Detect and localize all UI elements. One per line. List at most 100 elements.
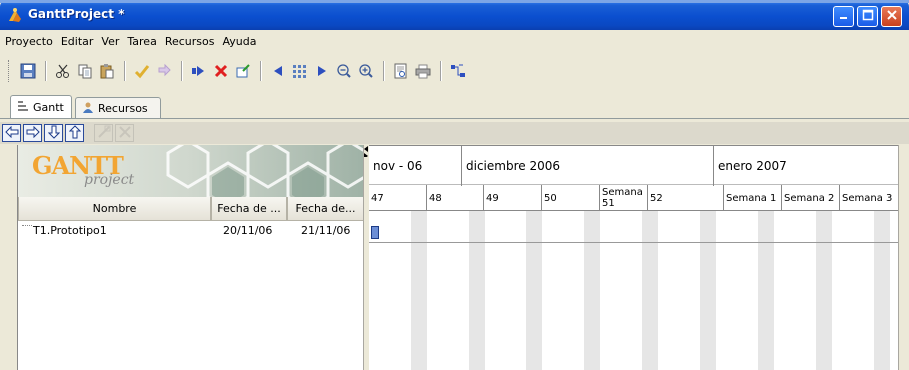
save-icon[interactable]	[20, 63, 36, 79]
close-icon	[886, 9, 898, 24]
move-up-button[interactable]	[65, 124, 84, 142]
redo-icon[interactable]	[156, 63, 172, 79]
arrow-up-icon	[68, 124, 81, 142]
left-border	[0, 145, 17, 370]
maximize-button[interactable]	[857, 6, 878, 27]
window-title: GanttProject *	[28, 7, 125, 21]
tab-recursos[interactable]: Recursos	[75, 97, 161, 119]
maximize-icon	[862, 9, 874, 24]
move-down-button[interactable]	[44, 124, 63, 142]
ganttproject-app-icon	[7, 7, 24, 24]
tab-gantt-label: Gantt	[33, 101, 64, 114]
weekend-stripe	[758, 211, 774, 370]
weekend-stripe	[584, 211, 600, 370]
link-icon	[97, 125, 111, 142]
toolbar-separator	[383, 61, 384, 81]
toolbar-separator	[440, 61, 441, 81]
arrow-left-icon	[4, 125, 19, 141]
menu-ver[interactable]: Ver	[101, 35, 119, 48]
zoom-in-icon[interactable]	[358, 63, 374, 79]
weekend-stripe	[469, 211, 485, 370]
task-bar[interactable]	[371, 226, 379, 239]
cut-icon[interactable]	[55, 63, 71, 79]
scroll-right-icon[interactable]	[314, 63, 330, 79]
title-bar[interactable]: GanttProject *	[0, 0, 909, 30]
close-button[interactable]	[881, 6, 902, 27]
toolbar-separator	[181, 61, 182, 81]
menu-editar[interactable]: Editar	[61, 35, 94, 48]
scroll-left-icon[interactable]	[270, 63, 286, 79]
link-tasks-button[interactable]	[94, 124, 113, 142]
table-row[interactable]: T1.Prototipo1 20/11/06 21/11/06	[18, 221, 364, 241]
weekend-stripe	[642, 211, 658, 370]
paste-icon[interactable]	[99, 63, 115, 79]
zoom-out-icon[interactable]	[336, 63, 352, 79]
month-header: diciembre 2006	[462, 146, 714, 186]
weekend-stripe	[526, 211, 542, 370]
view-tabs: Gantt Recursos	[0, 93, 909, 119]
week-header: 50	[542, 185, 600, 211]
tree-line	[22, 225, 32, 226]
month-header: enero 2007	[718, 159, 787, 173]
week-header: Semana 3	[842, 192, 893, 204]
menu-proyecto[interactable]: Proyecto	[5, 35, 53, 48]
menu-ayuda[interactable]: Ayuda	[222, 35, 256, 48]
week-header: 47	[369, 185, 427, 211]
logo-text-sub: project	[84, 172, 135, 188]
column-header-name[interactable]: Nombre	[18, 197, 211, 221]
timeline-months: nov - 06 diciembre 2006 enero 2007	[369, 145, 898, 186]
task-table-pane: GANTT project Nombre Fecha de ... Fecha …	[17, 145, 364, 370]
unlink-icon	[118, 125, 132, 142]
arrow-right-icon	[26, 125, 40, 141]
minimize-button[interactable]	[833, 6, 854, 27]
weekend-stripe	[816, 211, 832, 370]
week-header: 52	[648, 185, 724, 211]
toolbar	[0, 52, 909, 90]
gantt-row-divider	[369, 242, 898, 243]
delete-icon[interactable]	[213, 63, 229, 79]
task-end-cell[interactable]: 21/11/06	[301, 224, 350, 237]
copy-icon[interactable]	[77, 63, 93, 79]
week-header: Semana 1	[724, 185, 782, 211]
timeline-weeks: 47 48 49 50 Semana 51 52 Semana 1 Semana…	[369, 185, 898, 211]
toolbar-separator	[45, 61, 46, 81]
title-bar-highlight	[0, 0, 909, 3]
center-icon[interactable]	[292, 63, 308, 79]
toolbar-separator	[260, 61, 261, 81]
weekend-stripe	[411, 211, 427, 370]
week-header: Semana 51	[600, 185, 648, 211]
task-name-cell[interactable]: T1.Prototipo1	[33, 224, 107, 237]
unlink-tasks-button[interactable]	[115, 124, 134, 142]
task-navigation-bar	[0, 122, 909, 144]
week-header: Semana 2	[782, 185, 840, 211]
toolbar-grip[interactable]	[8, 60, 11, 82]
indent-icon[interactable]	[191, 63, 207, 79]
critical-path-icon[interactable]	[450, 63, 466, 79]
print-icon[interactable]	[415, 63, 431, 79]
indent-button[interactable]	[23, 124, 42, 142]
task-start-cell[interactable]: 20/11/06	[223, 224, 272, 237]
gantt-tab-icon	[17, 100, 29, 115]
month-header: nov - 06	[369, 146, 462, 186]
toolbar-separator	[124, 61, 125, 81]
tab-divider	[0, 118, 909, 119]
week-header: 48	[427, 185, 484, 211]
menu-tarea[interactable]: Tarea	[127, 35, 156, 48]
weekend-stripe	[700, 211, 716, 370]
column-header-start-date[interactable]: Fecha de ...	[211, 197, 287, 221]
weekend-stripe	[874, 211, 890, 370]
gantt-chart-pane[interactable]: nov - 06 diciembre 2006 enero 2007 47 48…	[369, 145, 898, 370]
undo-icon[interactable]	[134, 63, 150, 79]
resources-tab-icon	[82, 101, 94, 116]
properties-icon[interactable]	[235, 63, 251, 79]
outdent-button[interactable]	[2, 124, 21, 142]
column-header-end-date[interactable]: Fecha de...	[287, 197, 364, 221]
preview-icon[interactable]	[393, 63, 409, 79]
menu-recursos[interactable]: Recursos	[165, 35, 215, 48]
tab-gantt[interactable]: Gantt	[10, 95, 72, 119]
menu-bar: Proyecto Editar Ver Tarea Recursos Ayuda	[0, 30, 909, 52]
tab-recursos-label: Recursos	[98, 102, 148, 115]
ganttproject-logo: GANTT project	[18, 145, 364, 197]
week-header: 49	[484, 185, 542, 211]
arrow-down-icon	[47, 125, 60, 142]
